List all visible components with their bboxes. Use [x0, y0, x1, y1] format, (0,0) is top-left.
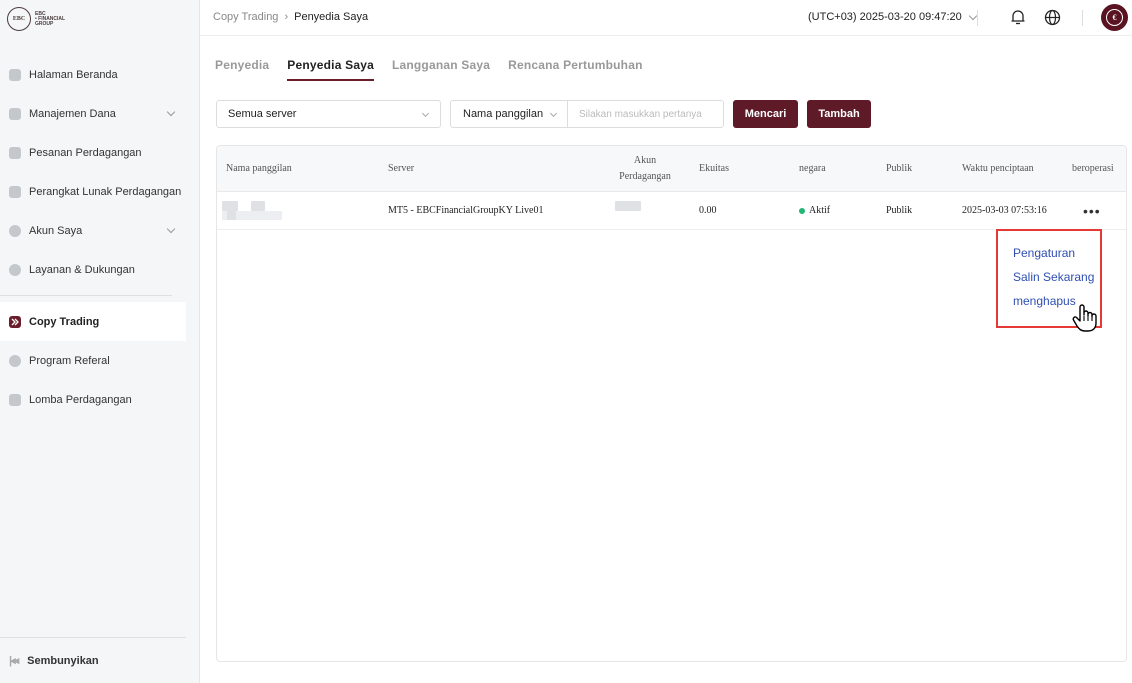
avatar[interactable]: €: [1101, 4, 1128, 31]
sidebar-item-program-referal[interactable]: Program Referal: [0, 341, 186, 380]
chevron-down-icon: [421, 109, 430, 118]
sidebar-item-label: Halaman Beranda: [29, 68, 118, 81]
sidebar-item-pesanan-perdagangan[interactable]: Pesanan Perdagangan: [0, 133, 186, 172]
status-badge: Aktif: [799, 192, 830, 229]
top-bar: Copy Trading › Penyedia Saya (UTC+03) 20…: [200, 0, 1132, 36]
logo-mark-icon: EBC: [7, 7, 31, 31]
breadcrumb-current: Penyedia Saya: [294, 11, 369, 23]
col-created: Waktu penciptaan: [962, 163, 1034, 174]
menu-item-pengaturan[interactable]: Pengaturan: [998, 241, 1100, 265]
chevron-down-icon: [968, 11, 978, 20]
chart-icon: [9, 146, 21, 159]
col-trading-account-line2: Perdagangan: [619, 170, 671, 182]
sidebar-item-label: Copy Trading: [29, 315, 100, 328]
tab-langganan-saya[interactable]: Langganan Saya: [392, 58, 490, 81]
bell-icon[interactable]: [1010, 8, 1026, 29]
sidebar-item-label: Perangkat Lunak Perdagangan: [29, 185, 182, 198]
collapse-label: Sembunyikan: [27, 654, 99, 667]
table-header: Nama panggilan Server Akun Perdagangan E…: [217, 146, 1126, 192]
sidebar-item-manajemen-dana[interactable]: Manajemen Dana: [0, 94, 186, 133]
globe-icon[interactable]: [1044, 9, 1061, 29]
server-select-value: Semua server: [228, 108, 297, 120]
collapse-icon: |◂◂: [9, 655, 19, 667]
tab-rencana-pertumbuhan[interactable]: Rencana Pertumbuhan: [508, 58, 643, 81]
col-nickname: Nama panggilan: [226, 163, 292, 174]
sidebar-divider: [0, 295, 172, 296]
search-input[interactable]: [568, 101, 723, 127]
referral-icon: [9, 354, 21, 367]
home-icon: [9, 68, 21, 81]
sidebar-item-label: Program Referal: [29, 354, 110, 367]
search-field-select[interactable]: Nama panggilan: [451, 101, 568, 127]
logo-text: EBC • FINANCIAL GROUP: [35, 11, 65, 27]
table-row[interactable]: MT5 - EBCFinancialGroupKY Live01 0.00 Ak…: [217, 192, 1126, 230]
search-field-value: Nama panggilan: [463, 108, 544, 120]
sidebar-nav: Halaman Beranda Manajemen Dana Pesanan P…: [0, 55, 186, 419]
breadcrumb-separator-icon: ›: [284, 11, 289, 23]
sidebar-item-label: Pesanan Perdagangan: [29, 146, 142, 159]
divider: [977, 10, 978, 26]
filter-bar: Semua server Nama panggilan Mencari Tamb…: [216, 100, 871, 128]
timezone-text: (UTC+03) 2025-03-20 09:47:20: [808, 11, 962, 23]
search-button[interactable]: Mencari: [733, 100, 798, 128]
logo-mark: EBC: [12, 16, 26, 22]
nickname-cell-redacted: [222, 192, 282, 229]
sidebar-item-copy-trading[interactable]: Copy Trading: [0, 302, 186, 341]
status-dot-icon: [799, 207, 805, 214]
divider: [1082, 10, 1083, 26]
sidebar-item-label: Lomba Perdagangan: [29, 393, 132, 406]
cube-icon: [9, 185, 21, 198]
chevron-down-icon: [166, 107, 176, 117]
trading-account-cell-redacted: [615, 192, 641, 229]
more-actions-icon[interactable]: •••: [1083, 192, 1101, 229]
help-icon: [9, 263, 21, 276]
brand-logo[interactable]: EBC EBC • FINANCIAL GROUP: [0, 0, 199, 38]
chevron-down-icon: [166, 224, 176, 234]
chevron-down-icon: [549, 109, 558, 118]
status-text: Aktif: [809, 205, 831, 216]
col-server: Server: [388, 163, 415, 174]
hand-pointer-icon: [1072, 303, 1098, 336]
tab-penyedia[interactable]: Penyedia: [215, 58, 269, 81]
avatar-logo-icon: €: [1106, 9, 1123, 26]
tab-penyedia-saya[interactable]: Penyedia Saya: [287, 58, 374, 81]
col-trading-account: Akun Perdagangan: [605, 146, 685, 191]
col-state: negara: [799, 163, 826, 174]
server-select[interactable]: Semua server: [216, 100, 441, 128]
equity-cell: 0.00: [699, 205, 717, 216]
public-cell: Publik: [886, 205, 913, 216]
copy-trading-icon: [9, 315, 21, 328]
sidebar-item-label: Akun Saya: [29, 224, 83, 237]
sidebar-item-label: Layanan & Dukungan: [29, 263, 135, 276]
main-content: Penyedia Penyedia Saya Langganan Saya Re…: [200, 36, 1132, 683]
wallet-icon: [9, 107, 21, 120]
providers-table: Nama panggilan Server Akun Perdagangan E…: [216, 145, 1127, 662]
sidebar-item-layanan-dukungan[interactable]: Layanan & Dukungan: [0, 250, 186, 289]
tab-bar: Penyedia Penyedia Saya Langganan Saya Re…: [215, 58, 661, 81]
menu-item-salin-sekarang[interactable]: Salin Sekarang: [998, 265, 1100, 289]
sidebar: EBC EBC • FINANCIAL GROUP Halaman Berand…: [0, 0, 200, 683]
sidebar-item-halaman-beranda[interactable]: Halaman Beranda: [0, 55, 186, 94]
collapse-sidebar-button[interactable]: |◂◂ Sembunyikan: [0, 637, 186, 683]
add-button[interactable]: Tambah: [807, 100, 871, 128]
logo-line-3: GROUP: [35, 20, 54, 27]
col-trading-account-line1: Akun: [633, 154, 657, 166]
sidebar-item-akun-saya[interactable]: Akun Saya: [0, 211, 186, 250]
sidebar-item-lomba-perdagangan[interactable]: Lomba Perdagangan: [0, 380, 186, 419]
trophy-icon: [9, 393, 21, 406]
user-icon: [9, 224, 21, 237]
search-combo: Nama panggilan: [450, 100, 724, 128]
created-cell: 2025-03-03 07:53:16: [962, 205, 1047, 216]
server-cell: MT5 - EBCFinancialGroupKY Live01: [388, 205, 544, 216]
sidebar-item-label: Manajemen Dana: [29, 107, 116, 120]
col-ops: beroperasi: [1072, 163, 1114, 174]
col-public: Publik: [886, 163, 913, 174]
col-equity: Ekuitas: [699, 163, 729, 174]
sidebar-item-perangkat-lunak[interactable]: Perangkat Lunak Perdagangan: [0, 172, 186, 211]
breadcrumb: Copy Trading › Penyedia Saya: [213, 11, 368, 23]
timezone-selector[interactable]: (UTC+03) 2025-03-20 09:47:20: [808, 11, 978, 23]
breadcrumb-root[interactable]: Copy Trading: [213, 11, 278, 23]
